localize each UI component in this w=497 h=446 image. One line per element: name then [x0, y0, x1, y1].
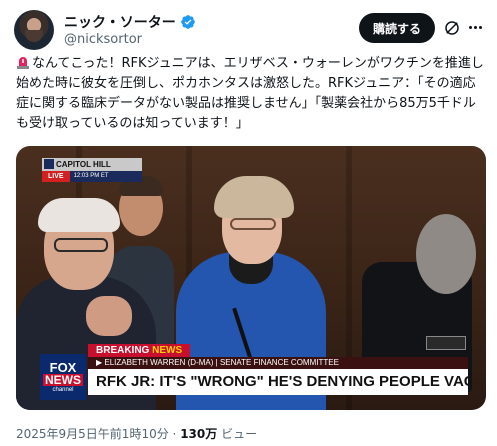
news-chyron: FOX NEWS channel BREAKING NEWS ▶ ELIZABE… — [40, 340, 468, 400]
post-header: ニック・ソーター @nicksortor 購読する — [14, 8, 485, 50]
author-display-name[interactable]: ニック・ソーター — [64, 12, 176, 32]
verified-badge-icon — [180, 15, 195, 29]
senator-warren-hair — [214, 176, 294, 218]
post-meta: 2025年9月5日午前1時10分 · 130万 ビュー — [16, 425, 257, 442]
post-body: なんてこった！RFKジュニアは、エリザベス・ウォーレンがワクチンを推進し始めた時… — [16, 54, 486, 134]
live-badge: LIVE — [42, 171, 70, 182]
channel-logo-text: channel — [52, 386, 74, 393]
meta-separator: · — [172, 427, 177, 441]
breaking-label: BREAKING — [96, 345, 150, 356]
view-count: 130万 — [180, 427, 218, 441]
siren-emoji-icon — [17, 57, 29, 69]
clasped-hands — [86, 296, 132, 336]
news-label: NEWS — [152, 345, 183, 356]
background-woman — [416, 214, 476, 294]
author-name-row[interactable]: ニック・ソーター — [64, 12, 196, 32]
location-label: CAPITOL HILL — [42, 158, 142, 171]
fox-news-logo: FOX NEWS channel — [40, 354, 86, 400]
view-label: ビュー — [221, 427, 258, 441]
author-handle[interactable]: @nicksortor — [64, 32, 142, 47]
chyron-subline: ▶ ELIZABETH WARREN (D-MA) | SENATE FINAN… — [88, 357, 468, 369]
fox-mini-logo-icon — [44, 159, 54, 169]
post-video[interactable]: CAPITOL HILL LIVE 12:03 PM ET FOX NEWS c… — [16, 146, 486, 410]
more-options-icon[interactable] — [465, 17, 485, 37]
author-avatar[interactable] — [14, 10, 54, 50]
breaking-news-banner: BREAKING NEWS — [88, 344, 191, 357]
fox-logo-text: FOX — [49, 359, 77, 375]
grok-icon[interactable] — [443, 19, 461, 37]
chyron-headline: RFK JR: IT'S "WRONG" HE'S DENYING PEOPLE… — [88, 369, 468, 395]
post-text: なんてこった！RFKジュニアは、エリザベス・ウォーレンがワクチンを推進し始めた時… — [16, 56, 484, 131]
news-logo-text: NEWS — [43, 372, 83, 387]
location-bug: CAPITOL HILL LIVE 12:03 PM ET — [42, 158, 142, 182]
glasses — [54, 238, 108, 252]
broadcast-time: 12:03 PM ET — [69, 171, 142, 182]
subscribe-button[interactable]: 購読する — [358, 13, 435, 43]
post-timestamp[interactable]: 2025年9月5日午前1時10分 — [16, 427, 169, 441]
glasses — [230, 218, 276, 230]
senator-sanders-hair — [38, 198, 120, 232]
